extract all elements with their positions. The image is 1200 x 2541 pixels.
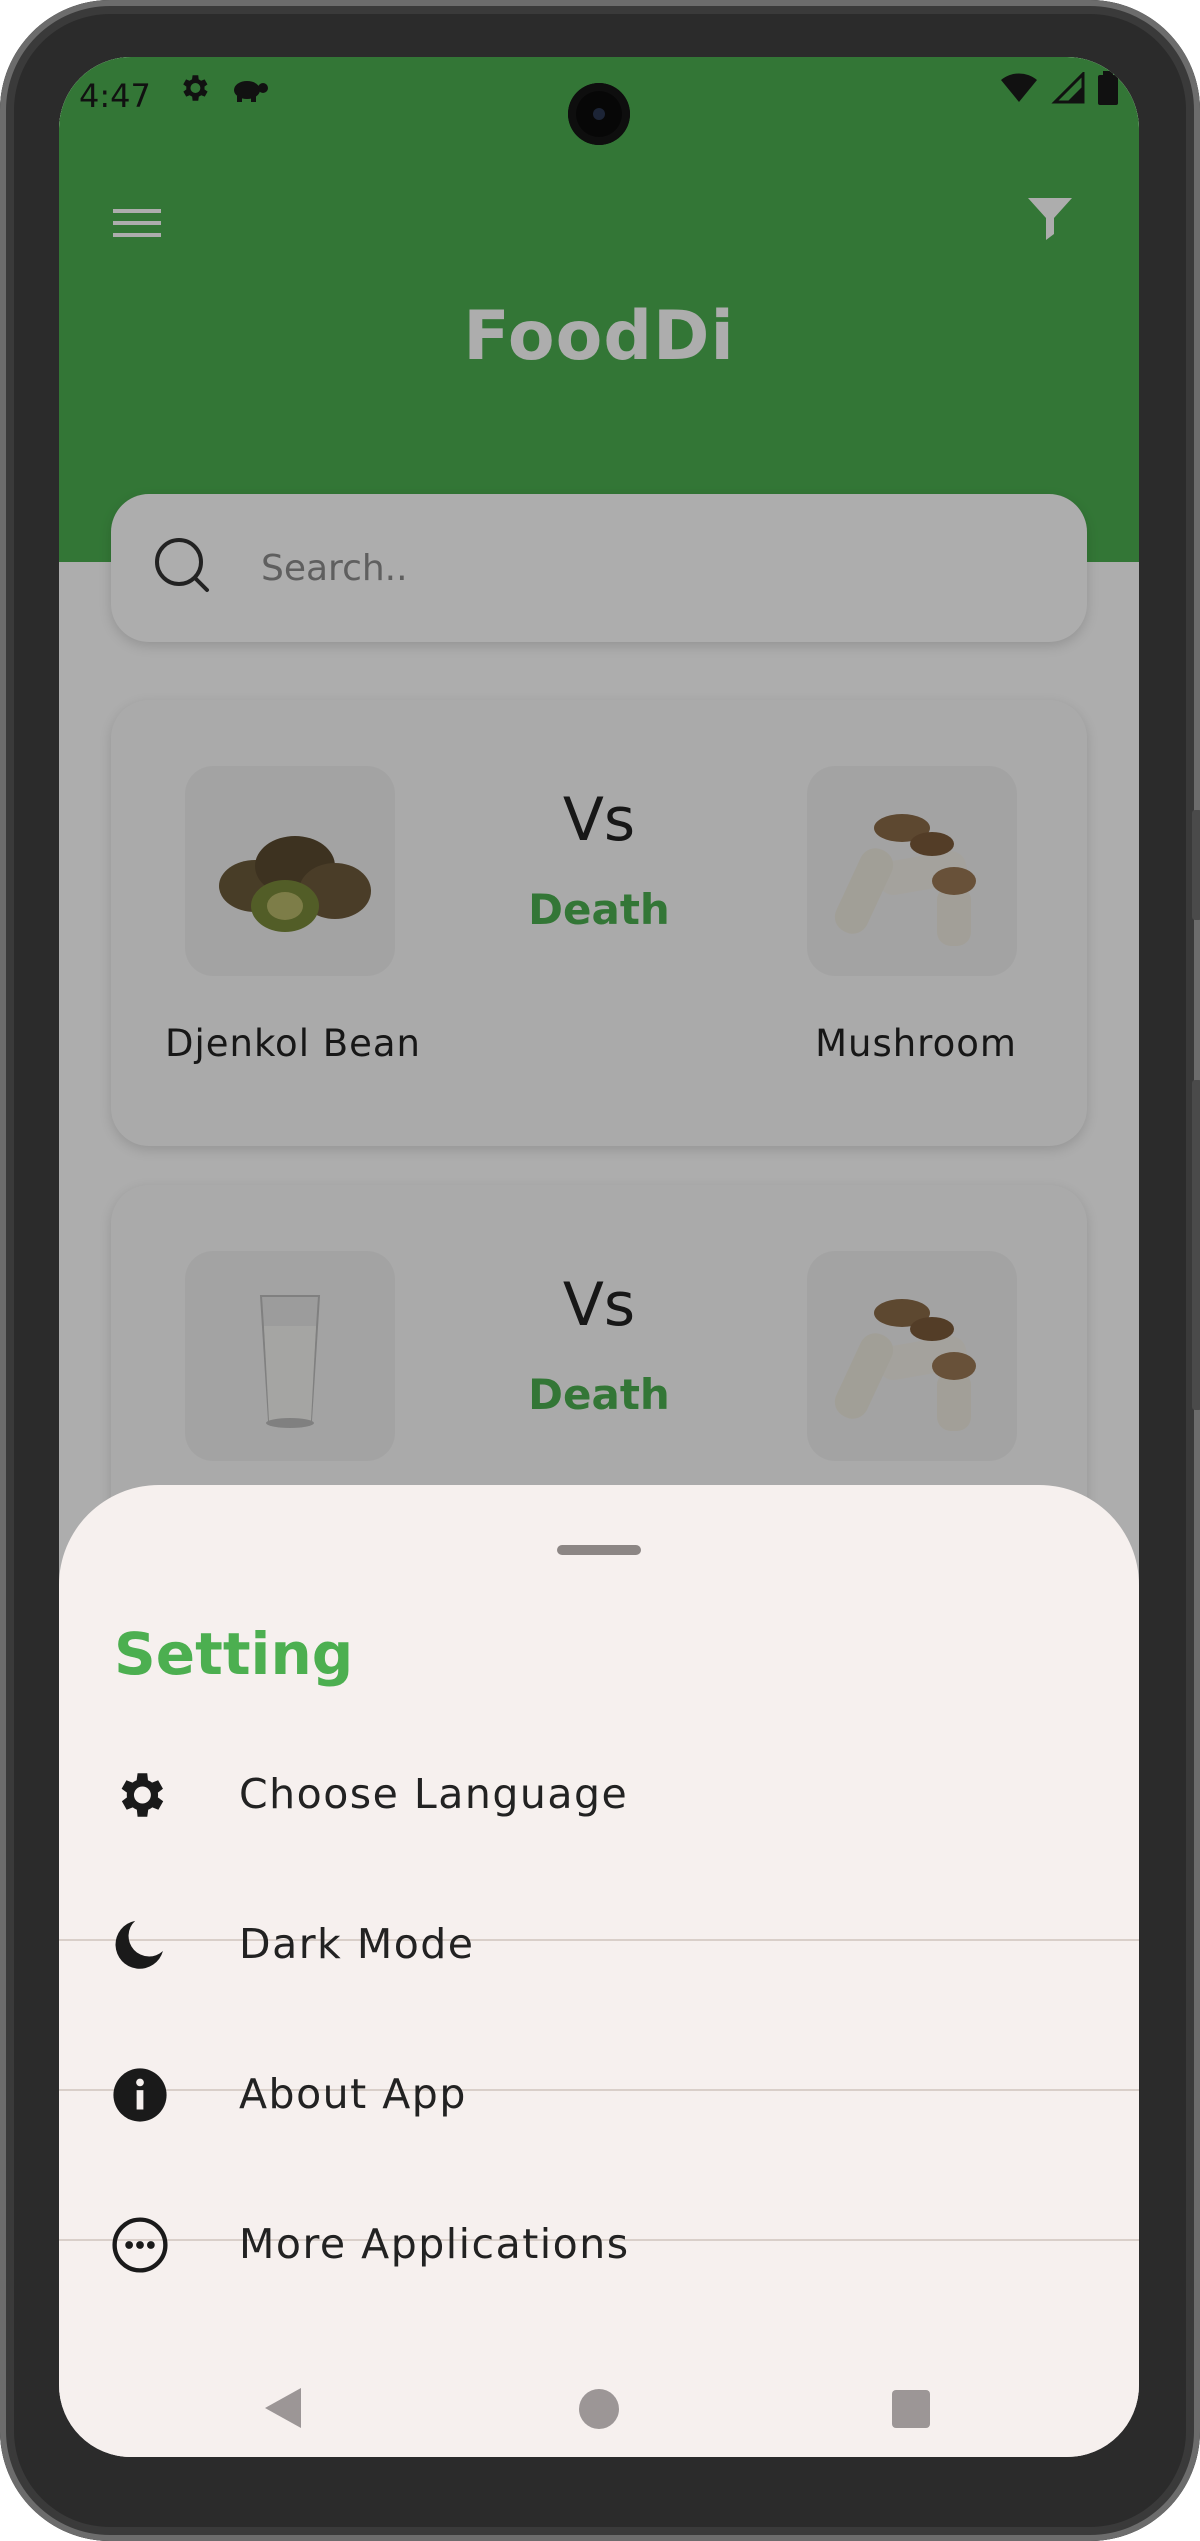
sheet-title: Setting (114, 1620, 354, 1688)
menu-item-more-applications[interactable]: More Applications (59, 2168, 1139, 2318)
settings-bottom-sheet: Setting Choose Language Dark Mode About … (59, 1485, 1139, 2457)
menu-item-choose-language[interactable]: Choose Language (59, 1718, 1139, 1868)
menu-item-label: Choose Language (239, 1770, 629, 1818)
gear-icon (121, 1773, 164, 1817)
more-horizontal-icon (112, 2217, 168, 2273)
menu-item-label: More Applications (239, 2220, 630, 2268)
recent-apps-icon[interactable] (892, 2390, 930, 2428)
menu-item-about-app[interactable]: About App (59, 2018, 1139, 2168)
menu-item-label: Dark Mode (239, 1920, 475, 1968)
menu-item-label: About App (239, 2070, 467, 2118)
sheet-drag-handle[interactable] (557, 1545, 641, 1555)
home-icon[interactable] (579, 2389, 619, 2429)
back-icon[interactable] (263, 2386, 303, 2430)
menu-item-dark-mode[interactable]: Dark Mode (59, 1868, 1139, 2018)
info-icon (113, 2068, 167, 2122)
power-button (1192, 810, 1200, 920)
moon-icon (115, 1920, 163, 1969)
screen: 4:47 FoodDi Search.. Vs Death Djenkol Be… (59, 57, 1139, 2457)
phone-frame: 4:47 FoodDi Search.. Vs Death Djenkol Be… (0, 0, 1200, 2541)
volume-button (1192, 1080, 1200, 1410)
